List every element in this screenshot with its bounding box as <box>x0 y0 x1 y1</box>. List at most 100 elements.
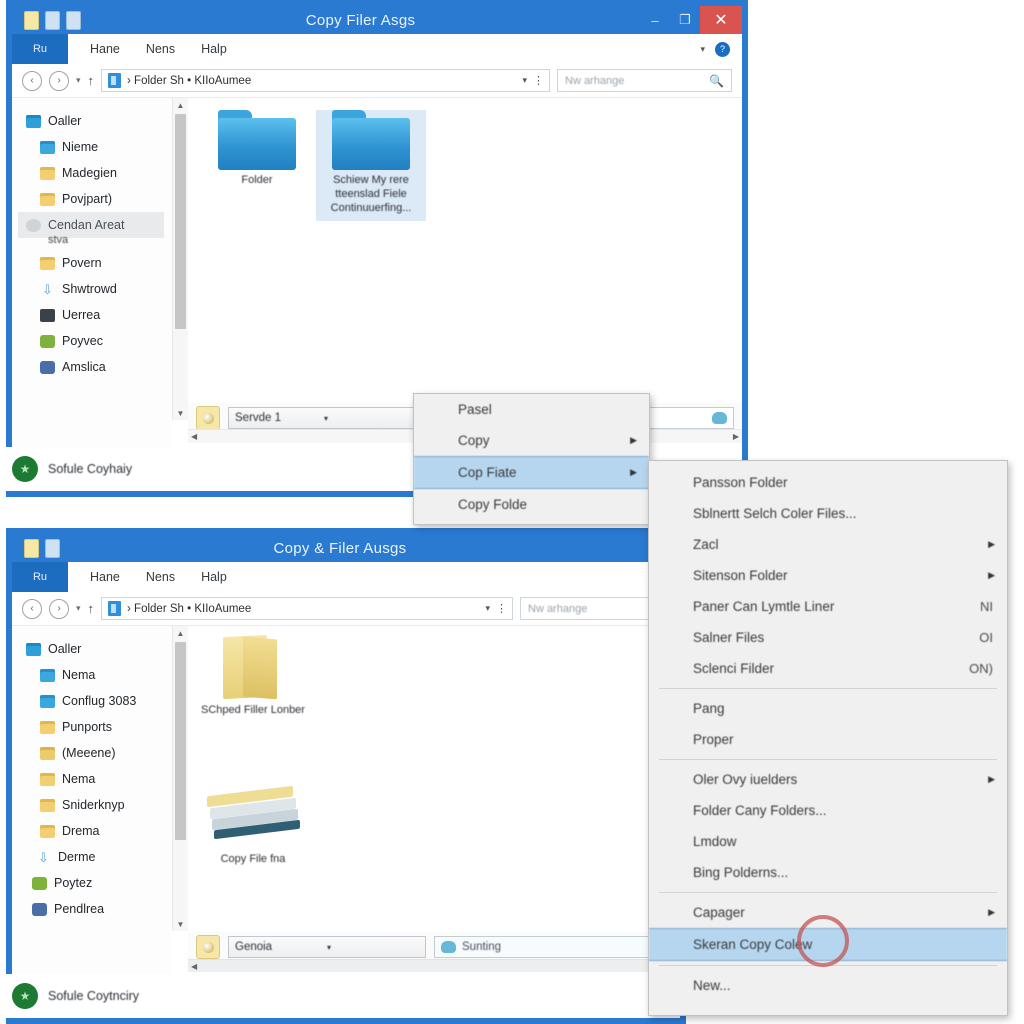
chevron-down-icon[interactable]: ▾ <box>324 414 413 423</box>
chevron-down-icon[interactable]: ▾ <box>522 75 527 86</box>
sidebar-item-9[interactable]: Amslica <box>26 354 172 380</box>
file-list-bottom[interactable]: SChped Filler Lonber Copy File fna Genoi… <box>188 626 680 1018</box>
submenu-item-11[interactable]: Lmdow <box>649 826 1007 857</box>
forward-button[interactable]: › <box>49 598 69 619</box>
status-field-bottom[interactable]: Sunting <box>434 936 672 958</box>
chevron-down-icon[interactable]: ▾ <box>327 943 419 952</box>
scrollbar-thumb[interactable] <box>175 114 186 329</box>
ribbon-tabs-top[interactable]: Hane Nens Halp <box>68 34 227 64</box>
submenu-item-5[interactable]: Salner Files OI <box>649 622 1007 653</box>
file-tile-0[interactable]: SChped Filler Lonber <box>198 634 308 718</box>
scroll-down-arrow[interactable]: ▼ <box>173 917 188 931</box>
submenu-item-10[interactable]: Folder Cany Folders... <box>649 795 1007 826</box>
sidebar-item-6[interactable]: Sniderknyp <box>26 792 172 818</box>
tab-help[interactable]: Halp <box>201 42 227 56</box>
chevron-down-icon[interactable]: ▾ <box>700 44 705 55</box>
address-input[interactable]: › Folder Sh • KIIoAumee ▾ ⋮ <box>101 69 550 92</box>
context-menu-item-copy-files[interactable]: Cop Fiate ▶ <box>414 456 649 489</box>
scroll-right-arrow[interactable]: ▶ <box>733 432 739 441</box>
sidebar-item-9[interactable]: Poytez <box>26 870 172 896</box>
address-input[interactable]: › Folder Sh • KIIoAumee ▾ ⋮ <box>101 597 513 620</box>
breadcrumb[interactable]: › Folder Sh • KIIoAumee <box>127 603 479 615</box>
scrollbar-thumb[interactable] <box>175 642 186 840</box>
scroll-left-arrow[interactable]: ◀ <box>191 432 197 441</box>
sidebar-item-2[interactable]: Madegien <box>26 160 172 186</box>
horizontal-scrollbar-bottom[interactable]: ◀ ▶ <box>188 959 680 972</box>
context-menu-item-copy-folder[interactable]: Copy Folde <box>414 489 649 520</box>
sidebar-item-3[interactable]: Punports <box>26 714 172 740</box>
scroll-down-arrow[interactable]: ▼ <box>173 406 188 420</box>
refresh-icon[interactable]: ⋮ <box>496 602 507 615</box>
ribbon-file-tab[interactable]: Ru <box>12 34 68 64</box>
vertical-scrollbar-top[interactable]: ▲ ▼ <box>172 98 188 420</box>
submenu-item-8[interactable]: Proper <box>649 724 1007 755</box>
ribbon-right-top[interactable]: ▾ ? <box>700 34 742 64</box>
view-combo[interactable]: Servde 1 ▾ <box>228 407 420 429</box>
context-menu-item-paste[interactable]: Pasel <box>414 394 649 425</box>
chevron-down-icon[interactable]: ▾ <box>485 603 490 614</box>
titlebar-top[interactable]: Copy Filer Asgs – ❐ ✕ <box>12 6 742 34</box>
back-button[interactable]: ‹ <box>22 598 42 619</box>
sidebar-item-0[interactable]: Oaller <box>26 636 172 662</box>
submenu-item-7[interactable]: Pang <box>649 693 1007 724</box>
address-bar-top[interactable]: ‹ › ▾ ↑ › Folder Sh • KIIoAumee ▾ ⋮ Nw a… <box>12 64 742 98</box>
burn-icon[interactable] <box>196 406 220 430</box>
back-button[interactable]: ‹ <box>22 70 42 91</box>
sidebar-item-0[interactable]: Oaller <box>26 108 172 134</box>
forward-button[interactable]: › <box>49 70 69 91</box>
ribbon-bottom[interactable]: Ru Hane Nens Halp <box>12 562 680 593</box>
search-icon[interactable]: 🔍 <box>709 74 724 88</box>
submenu-item-12[interactable]: Bing Polderns... <box>649 857 1007 888</box>
submenu-item-0[interactable]: Pansson Folder <box>649 467 1007 498</box>
tab-view[interactable]: Nens <box>146 570 175 584</box>
sidebar-item-7[interactable]: Uerrea <box>26 302 172 328</box>
sidebar-item-2[interactable]: Conflug 3083 <box>26 688 172 714</box>
context-menu-item-copy[interactable]: Copy ▶ <box>414 425 649 456</box>
address-bar-bottom[interactable]: ‹ › ▾ ↑ › Folder Sh • KIIoAumee ▾ ⋮ Nw a… <box>12 592 680 626</box>
tab-view[interactable]: Nens <box>146 42 175 56</box>
sidebar-item-1[interactable]: Nieme <box>26 134 172 160</box>
up-button[interactable]: ↑ <box>88 73 95 88</box>
recent-locations-icon[interactable]: ▾ <box>76 75 81 86</box>
submenu-item-6[interactable]: Sclenci Filder ON) <box>649 653 1007 684</box>
refresh-icon[interactable]: ⋮ <box>533 74 544 87</box>
ribbon-tabs-bottom[interactable]: Hane Nens Halp <box>68 562 227 592</box>
sidebar-item-6[interactable]: ⇩ Shwtrowd <box>26 276 172 302</box>
sidebar-item-3[interactable]: Povjpart) <box>26 186 172 212</box>
explorer-window-bottom[interactable]: Copy & Filer Ausgs Ru Hane Nens Halp ‹ ›… <box>0 528 686 1024</box>
sidebar-item-8[interactable]: Poyvec <box>26 328 172 354</box>
file-tile-1[interactable]: Schiew My rere tteenslad Fiele Continuue… <box>316 110 426 222</box>
sidebar-item-4[interactable]: (Meeene) <box>26 740 172 766</box>
submenu-item-9[interactable]: Oler Ovy iuelders ▶ <box>649 764 1007 795</box>
file-tile-1[interactable]: Copy File fna <box>198 785 308 867</box>
sidebar-item-7[interactable]: Drema <box>26 818 172 844</box>
sidebar-item-8[interactable]: ⇩ Derme <box>26 844 172 870</box>
recent-locations-icon[interactable]: ▾ <box>76 603 81 614</box>
bottom-toolbar-bottom[interactable]: Genoia ▾ Sunting <box>188 932 680 962</box>
tab-help[interactable]: Halp <box>201 570 227 584</box>
tab-home[interactable]: Hane <box>90 42 120 56</box>
burn-icon[interactable] <box>196 935 220 959</box>
navigation-pane-bottom[interactable]: Oaller Nema Conflug 3083 Punports (Meeen… <box>0 626 172 1018</box>
scroll-up-arrow[interactable]: ▲ <box>173 98 188 112</box>
tab-home[interactable]: Hane <box>90 570 120 584</box>
scroll-up-arrow[interactable]: ▲ <box>173 626 188 640</box>
submenu-item-1[interactable]: Sblnertt Selch Coler Files... <box>649 498 1007 529</box>
sidebar-item-5[interactable]: Povern <box>26 250 172 276</box>
help-icon[interactable]: ? <box>715 41 730 57</box>
caption-buttons-top[interactable]: – ❐ ✕ <box>640 6 742 34</box>
search-input[interactable]: Nw arhange 🔍 <box>557 69 732 92</box>
navigation-pane-top[interactable]: Oaller Nieme Madegien Povjpart) Cendan A… <box>0 98 172 491</box>
scroll-left-arrow[interactable]: ◀ <box>191 962 197 971</box>
close-button[interactable]: ✕ <box>700 6 742 34</box>
sidebar-item-1[interactable]: Nema <box>26 662 172 688</box>
submenu-item-15[interactable]: New... <box>649 970 1007 1001</box>
submenu-item-2[interactable]: Zacl ▶ <box>649 529 1007 560</box>
vertical-scrollbar-bottom[interactable]: ▲ ▼ <box>172 626 188 931</box>
up-button[interactable]: ↑ <box>88 601 95 616</box>
minimize-button[interactable]: – <box>640 6 670 34</box>
view-combo[interactable]: Genoia ▾ <box>228 936 426 958</box>
context-menu-primary[interactable]: Pasel Copy ▶ Cop Fiate ▶ Copy Folde <box>413 393 650 525</box>
submenu-item-4[interactable]: Paner Can Lymtle Liner NI <box>649 591 1007 622</box>
titlebar-bottom[interactable]: Copy & Filer Ausgs <box>12 534 680 562</box>
